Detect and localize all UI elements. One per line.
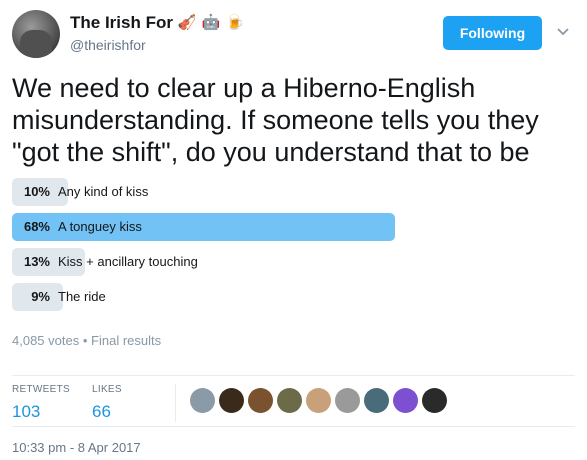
stats-separator	[175, 384, 176, 422]
poll-option: 13% Kiss + ancillary touching	[12, 248, 575, 276]
tweet-stats: RETWEETS 103 LIKES 66	[12, 384, 575, 424]
poll-label: A tonguey kiss	[58, 219, 142, 234]
retweets-label: RETWEETS	[12, 384, 70, 395]
robot-icon: 🤖	[201, 14, 221, 31]
liker-avatar[interactable]	[190, 388, 215, 413]
poll-percent: 13%	[23, 254, 50, 269]
poll-label: Kiss + ancillary touching	[58, 254, 198, 269]
poll-percent: 9%	[31, 289, 50, 304]
liker-avatar[interactable]	[364, 388, 389, 413]
user-handle[interactable]: @theirishfor	[70, 37, 146, 53]
chevron-down-icon[interactable]	[556, 24, 570, 38]
divider	[12, 375, 575, 376]
liker-avatar[interactable]	[277, 388, 302, 413]
liker-avatars	[190, 388, 447, 413]
retweets-count: 103	[12, 402, 41, 421]
liker-avatar[interactable]	[248, 388, 273, 413]
liker-avatar[interactable]	[306, 388, 331, 413]
liker-avatar[interactable]	[219, 388, 244, 413]
liker-avatar[interactable]	[422, 388, 447, 413]
poll-option: 68% A tonguey kiss	[12, 213, 575, 241]
poll-option: 9% The ride	[12, 283, 575, 311]
poll-meta: 4,085 votes • Final results	[12, 333, 161, 348]
poll: 10% Any kind of kiss 68% A tonguey kiss …	[12, 178, 575, 318]
poll-label: The ride	[58, 289, 106, 304]
likes-stat[interactable]: LIKES 66	[92, 384, 122, 422]
vote-count: 4,085 votes	[12, 333, 80, 348]
display-name[interactable]: The Irish For	[70, 13, 173, 33]
likes-count: 66	[92, 402, 111, 421]
violin-icon: 🎻	[177, 14, 197, 31]
tweet-header: The Irish For 🎻 🤖 🍺 @theirishfor Followi…	[12, 10, 575, 64]
poll-label: Any kind of kiss	[58, 184, 149, 199]
following-button[interactable]: Following	[443, 16, 542, 50]
avatar[interactable]	[12, 10, 60, 58]
name-row: The Irish For 🎻 🤖 🍺	[70, 13, 245, 33]
poll-status: Final results	[91, 333, 162, 348]
tweet-text: We need to clear up a Hiberno-English mi…	[12, 73, 539, 167]
poll-option: 10% Any kind of kiss	[12, 178, 575, 206]
retweets-stat[interactable]: RETWEETS 103	[12, 384, 70, 422]
timestamp[interactable]: 10:33 pm - 8 Apr 2017	[12, 440, 141, 455]
likes-label: LIKES	[92, 384, 122, 395]
beer-mug-icon: 🍺	[225, 14, 245, 31]
poll-percent: 68%	[23, 219, 50, 234]
liker-avatar[interactable]	[393, 388, 418, 413]
poll-percent: 10%	[23, 184, 50, 199]
liker-avatar[interactable]	[335, 388, 360, 413]
divider	[12, 426, 575, 427]
meta-separator: •	[82, 333, 88, 348]
